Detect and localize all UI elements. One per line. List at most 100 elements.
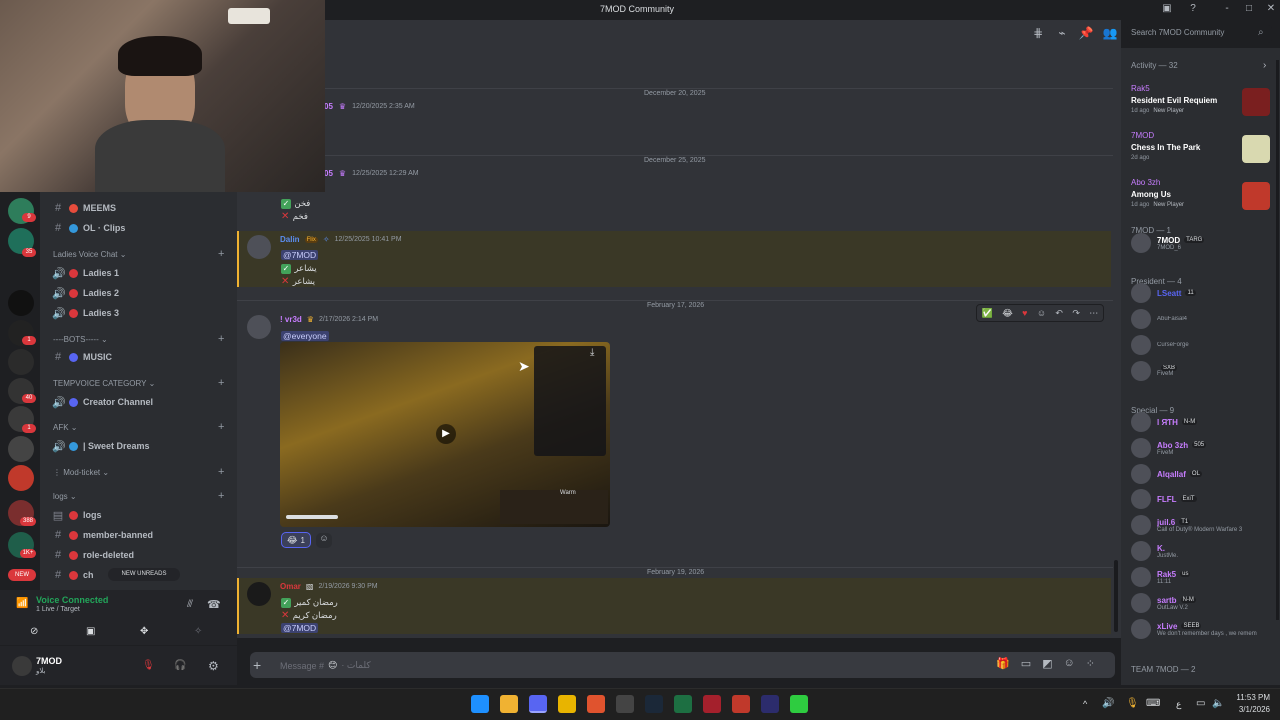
app-icon[interactable]: [761, 695, 779, 713]
brave-icon[interactable]: [587, 695, 605, 713]
laugh-react-icon[interactable]: 😂: [1002, 308, 1013, 319]
progress-bar[interactable]: [286, 515, 338, 519]
channel-item[interactable]: # role-deleted: [52, 546, 134, 564]
channel-category[interactable]: Ladies Voice Chat ⌄: [53, 250, 126, 259]
clock-time[interactable]: 11:53 PM: [1232, 693, 1270, 702]
member-row[interactable]: 7MOD TARG 7MOD_6: [1131, 232, 1271, 254]
threads-icon[interactable]: ⋕: [1030, 26, 1046, 42]
channel-category[interactable]: ⋮ Mod-ticket ⌄: [53, 468, 109, 477]
search-input[interactable]: Search 7MOD Community: [1127, 25, 1272, 43]
mention[interactable]: @everyone: [281, 331, 329, 341]
activity-card[interactable]: Rak5 Resident Evil Requiem 1d ago New Playe…: [1128, 80, 1274, 124]
play-icon[interactable]: ▶: [436, 424, 456, 444]
channel-item[interactable]: # MEEMS: [52, 199, 116, 217]
apps-icon[interactable]: ⁘: [1086, 657, 1095, 670]
speaker-icon[interactable]: 🔊: [1102, 698, 1114, 709]
member-row[interactable]: xLive SEEB We don't remember days , we rem…: [1131, 618, 1271, 640]
mic-icon[interactable]: 🎙: [1126, 698, 1139, 709]
channel-item[interactable]: # ch: [52, 566, 94, 584]
add-channel-icon[interactable]: +: [218, 333, 224, 345]
channel-item[interactable]: # member-banned: [52, 526, 153, 544]
discord-icon[interactable]: [529, 695, 547, 713]
channel-category[interactable]: AFK ⌄: [53, 423, 77, 432]
chevron-right-icon[interactable]: ›: [1263, 60, 1266, 71]
avatar[interactable]: [247, 315, 271, 339]
windows-start-icon[interactable]: [471, 695, 489, 713]
member-row[interactable]: FLFL ExiT: [1131, 488, 1271, 510]
channel-item[interactable]: ▤ logs: [52, 506, 102, 524]
chat-scrollbar[interactable]: [1114, 560, 1118, 632]
member-row[interactable]: juil.6 T1 Call of Duty® Modern Warfare 3: [1131, 514, 1271, 536]
gift-icon[interactable]: 🎁: [996, 657, 1010, 670]
new-tag[interactable]: NEW: [8, 569, 36, 581]
username[interactable]: 05: [324, 169, 333, 178]
minecraft-icon[interactable]: [790, 695, 808, 713]
chatgpt-icon[interactable]: [616, 695, 634, 713]
server-icon[interactable]: [8, 290, 34, 316]
activities-icon[interactable]: ✥: [140, 626, 148, 637]
disconnect-icon[interactable]: ☎: [207, 598, 221, 611]
server-icon[interactable]: [8, 349, 34, 375]
add-channel-icon[interactable]: +: [218, 377, 224, 389]
user-name[interactable]: 7MOD: [36, 656, 62, 666]
keyboard-icon[interactable]: ⌨: [1146, 698, 1160, 709]
settings-gear-icon[interactable]: ⚙: [208, 659, 219, 673]
voice-status[interactable]: Voice Connected: [36, 595, 108, 605]
language-indicator[interactable]: ع: [1176, 699, 1181, 710]
channel-category[interactable]: ----BOTS----- ⌄: [53, 335, 108, 344]
app-icon[interactable]: [558, 695, 576, 713]
network-icon[interactable]: ▭: [1196, 698, 1205, 709]
heart-react-icon[interactable]: ♥: [1022, 308, 1027, 318]
member-row[interactable]: Rak5 us 11:11: [1131, 566, 1271, 588]
member-row[interactable]: AbuFaisal4: [1131, 308, 1271, 330]
member-row[interactable]: CurseForge: [1131, 334, 1271, 356]
message-composer[interactable]: [250, 652, 1115, 678]
attach-plus-icon[interactable]: +: [253, 657, 261, 673]
clock-date[interactable]: 3/1/2026: [1232, 705, 1270, 714]
activity-card[interactable]: Abo 3zh Among Us 1d ago New Player: [1128, 174, 1274, 218]
add-channel-icon[interactable]: +: [218, 421, 224, 433]
forward-icon[interactable]: ↷: [1072, 308, 1080, 319]
mention[interactable]: @7MOD: [281, 250, 319, 260]
member-scrollbar[interactable]: [1276, 60, 1279, 620]
username[interactable]: Dalin: [280, 235, 300, 244]
channel-item[interactable]: 🔊 Ladies 1: [52, 264, 119, 282]
activity-card[interactable]: 7MOD Chess In The Park 2d ago: [1128, 127, 1274, 171]
headphones-deafened-icon[interactable]: 🎧: [174, 660, 186, 671]
camera-off-icon[interactable]: ⊘: [30, 626, 38, 637]
add-reaction-icon[interactable]: ☺: [1037, 308, 1046, 318]
help-icon[interactable]: ?: [1186, 3, 1200, 14]
username[interactable]: 05: [324, 102, 333, 111]
channel-item[interactable]: 🔊 Ladies 3: [52, 304, 119, 322]
channel-category[interactable]: logs ⌄: [53, 492, 77, 501]
video-embed[interactable]: ▶ ⤓ Warm: [280, 342, 610, 527]
channel-category[interactable]: TEMPVOICE CATEGORY ⌄: [53, 379, 155, 388]
reply-icon[interactable]: ↶: [1055, 308, 1063, 319]
check-react-icon[interactable]: ✅: [982, 308, 993, 319]
channel-item[interactable]: 🔊 Ladies 2: [52, 284, 119, 302]
pin-icon[interactable]: 📌: [1078, 26, 1094, 42]
new-unreads-pill[interactable]: NEW UNREADS: [108, 568, 180, 581]
xbox-icon[interactable]: [674, 695, 692, 713]
add-channel-icon[interactable]: +: [218, 466, 224, 478]
minimize-button[interactable]: -: [1220, 3, 1234, 14]
steam-icon[interactable]: [645, 695, 663, 713]
channel-item[interactable]: # OL · Clips: [52, 219, 125, 237]
close-button[interactable]: ✕: [1264, 3, 1278, 14]
channel-item[interactable]: 🔊 Creator Channel: [52, 393, 153, 411]
member-row[interactable]: Alqallaf OL: [1131, 463, 1271, 485]
member-row[interactable]: sartb N-M OutLaw V.2: [1131, 592, 1271, 614]
username[interactable]: ! vr3d: [280, 315, 302, 324]
add-reaction-icon[interactable]: ☺: [316, 533, 332, 548]
soundboard-icon[interactable]: ✧: [194, 626, 202, 637]
member-row[interactable]: l ЯƬH N-M: [1131, 411, 1271, 433]
add-channel-icon[interactable]: +: [218, 248, 224, 260]
app-icon[interactable]: [732, 695, 750, 713]
avatar[interactable]: [12, 656, 32, 676]
maximize-button[interactable]: □: [1242, 3, 1256, 14]
avatar[interactable]: [247, 235, 271, 259]
member-row[interactable]: Abo 3zh 505 FiveM: [1131, 437, 1271, 459]
app-icon[interactable]: [703, 695, 721, 713]
channel-item[interactable]: 🔊 | Sweet Dreams: [52, 437, 150, 455]
member-row[interactable]: LSeatt 11: [1131, 282, 1271, 304]
